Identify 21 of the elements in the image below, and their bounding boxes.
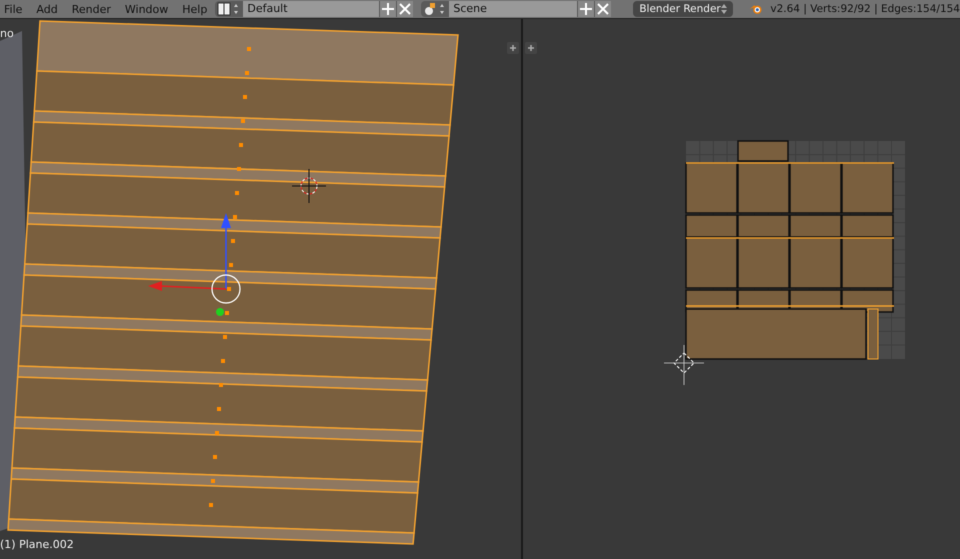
object-label: (1) Plane.002 — [0, 538, 74, 551]
updown-arrows-icon — [720, 3, 727, 15]
menu-item[interactable]: Add — [36, 2, 58, 16]
close-icon[interactable] — [595, 1, 612, 17]
menu-item[interactable]: Window — [124, 2, 168, 16]
scene-field[interactable]: Scene — [449, 1, 578, 17]
plus-icon[interactable] — [507, 42, 519, 54]
add-icon[interactable] — [380, 1, 396, 17]
menu-item[interactable]: Render — [72, 2, 111, 16]
plus-icon[interactable] — [525, 42, 537, 54]
menu-item[interactable]: File — [4, 2, 22, 16]
cursor-icon — [292, 168, 326, 204]
layout-field[interactable]: Default — [243, 1, 380, 17]
3d-viewport[interactable]: no (1) Plane.002 — [0, 19, 521, 559]
view-label: no — [0, 27, 14, 40]
cursor-icon — [664, 344, 704, 386]
add-icon[interactable] — [578, 1, 594, 17]
menu-item[interactable]: Help — [182, 2, 208, 16]
close-icon[interactable] — [397, 1, 414, 17]
render-engine-dropdown[interactable]: Blender Render — [633, 1, 733, 17]
scene-stats: v2.64 | Verts:92/92 | Edges:154/154 — [770, 3, 960, 15]
